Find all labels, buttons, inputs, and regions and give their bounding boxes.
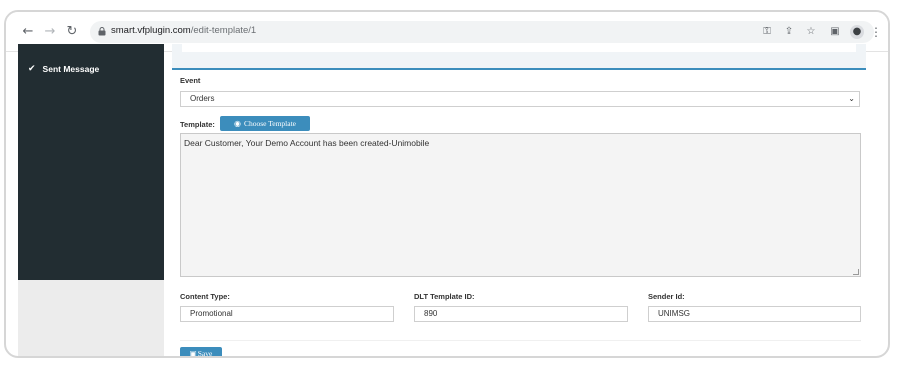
content-type-value: Promotional — [190, 309, 233, 318]
template-label: Template: — [180, 120, 215, 129]
side-panel-icon[interactable]: ▣ — [828, 25, 842, 39]
save-icon: ▣ — [189, 349, 197, 358]
save-button[interactable]: ▣ Save — [180, 347, 222, 358]
check-icon: ✔ — [28, 64, 36, 74]
content-type-field[interactable]: Promotional — [180, 306, 394, 322]
choose-template-label: Choose Template — [243, 119, 297, 128]
choose-template-button[interactable]: ◉ Choose Template — [220, 116, 310, 131]
event-select-value: Orders — [190, 94, 215, 103]
sidebar-item-label: Sent Message — [42, 64, 100, 74]
star-icon[interactable]: ☆ — [804, 25, 818, 39]
key-icon[interactable]: ⚿ — [760, 25, 774, 39]
sidebar-item-sent-message[interactable]: ✔ Sent Message — [18, 58, 164, 80]
address-bar[interactable]: smart.vfplugin.com/edit-template/1 ⚿ ⇪ ☆… — [90, 21, 874, 43]
sidebar: ✔ Sent Message — [18, 44, 164, 280]
back-arrow-icon[interactable]: ← — [20, 24, 36, 40]
url-text: smart.vfplugin.com/edit-template/1 — [111, 25, 256, 36]
sidebar-empty-area — [18, 280, 164, 356]
template-text: Dear Customer, Your Demo Account has bee… — [184, 138, 430, 148]
share-icon[interactable]: ⇪ — [782, 25, 796, 39]
divider — [180, 340, 861, 341]
url-path: /edit-template/1 — [190, 25, 257, 36]
content-header — [172, 44, 866, 70]
sender-id-field[interactable]: UNIMSG — [648, 306, 861, 322]
dlt-template-id-field[interactable]: 890 — [414, 306, 628, 322]
resize-handle-icon[interactable] — [853, 269, 859, 275]
dlt-template-id-value: 890 — [424, 309, 438, 318]
eye-icon: ◉ — [233, 119, 241, 128]
event-label: Event — [180, 76, 201, 85]
content-header-strip — [182, 44, 856, 52]
event-select[interactable]: Orders ⌄ — [180, 91, 860, 107]
chevron-down-icon: ⌄ — [848, 94, 855, 103]
dlt-template-id-label: DLT Template ID: — [414, 292, 475, 301]
reload-icon[interactable]: ↻ — [64, 24, 80, 40]
browser-window: ← → ↻ smart.vfplugin.com/edit-template/1… — [4, 10, 890, 358]
lock-icon — [98, 27, 106, 36]
sender-id-value: UNIMSG — [658, 309, 690, 318]
sender-id-label: Sender Id: — [648, 292, 685, 301]
forward-arrow-icon[interactable]: → — [42, 24, 58, 40]
menu-dots-icon[interactable]: ⋮ — [870, 24, 882, 40]
template-form: Event Orders ⌄ Template: ◉ Choose Templa… — [172, 70, 866, 358]
content-type-label: Content Type: — [180, 292, 230, 301]
save-label: Save — [197, 349, 213, 358]
profile-icon[interactable]: ● — [850, 25, 864, 39]
url-host: smart.vfplugin.com — [111, 25, 191, 36]
template-textarea[interactable]: Dear Customer, Your Demo Account has bee… — [180, 133, 861, 277]
